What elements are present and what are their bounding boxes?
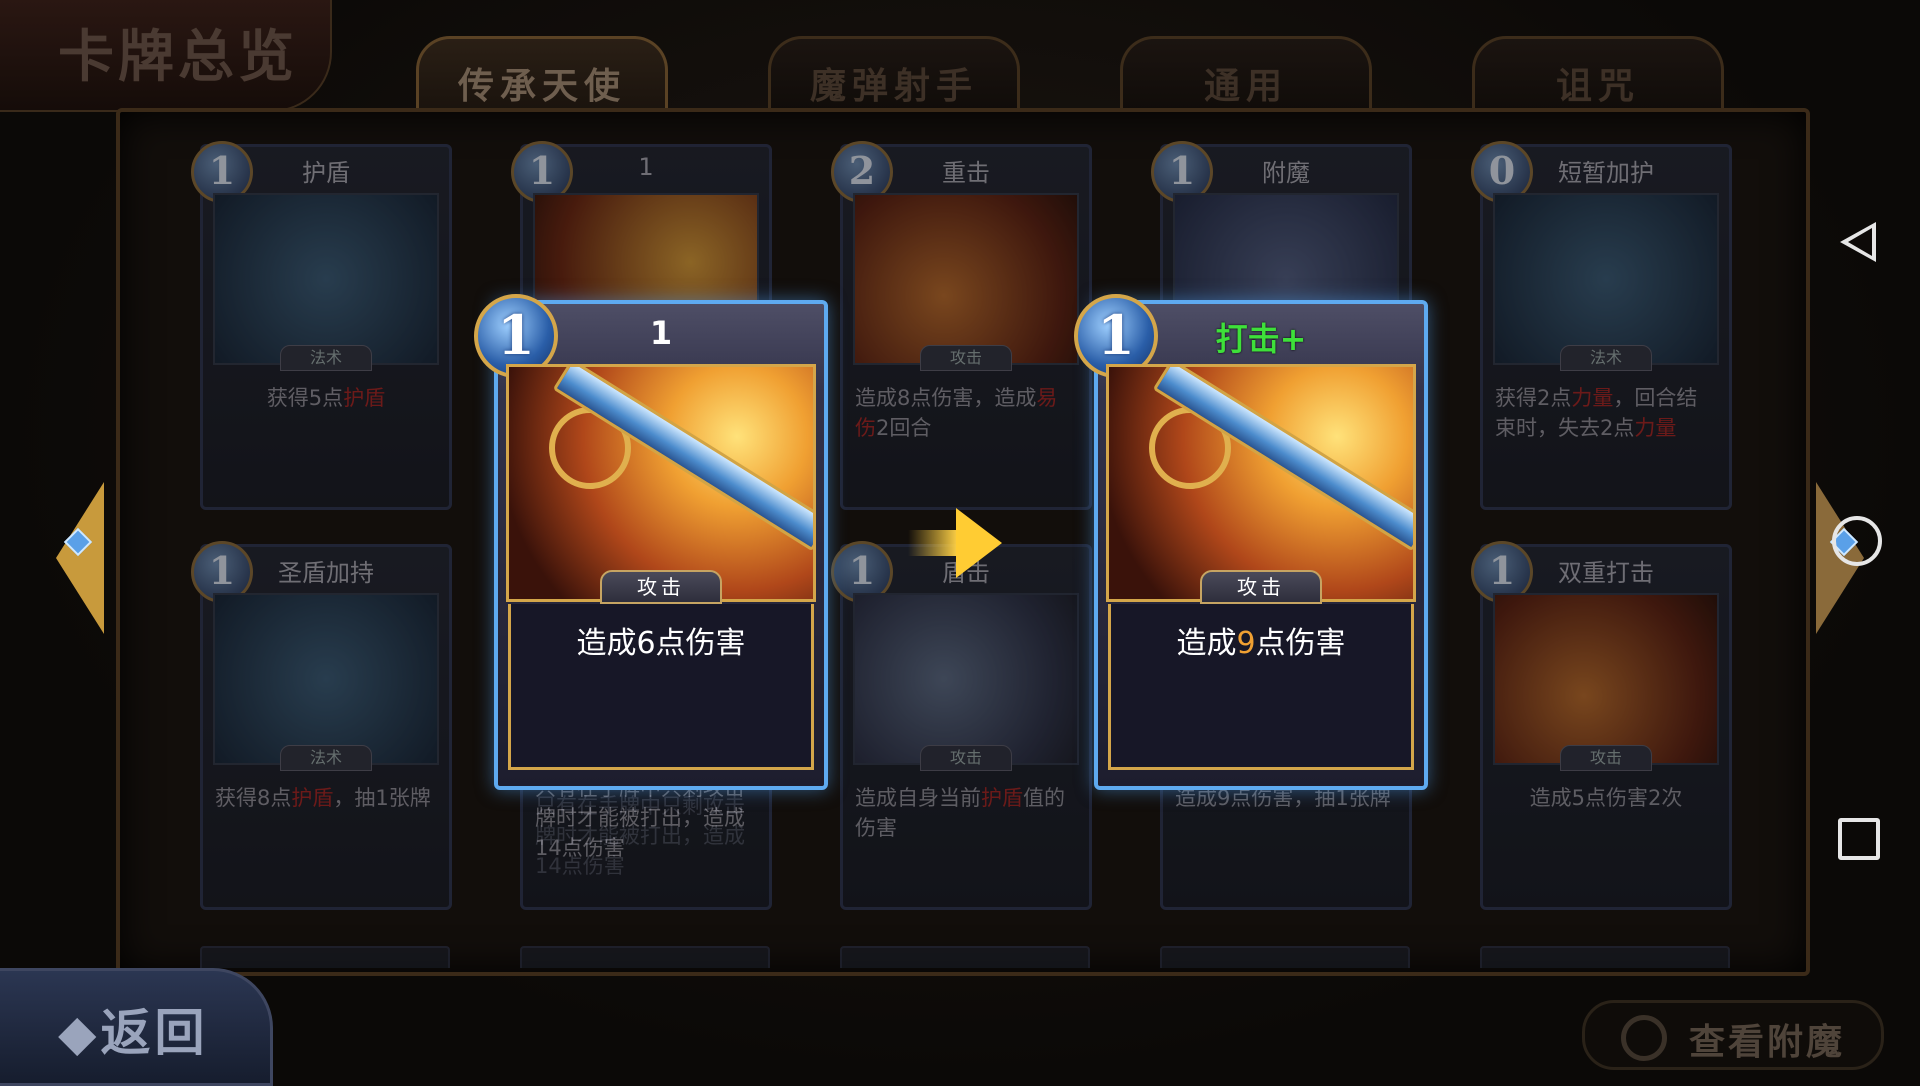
back-nav-icon[interactable] <box>1840 222 1876 262</box>
back-button[interactable]: ◆返回 <box>0 968 273 1086</box>
card-name: 双重打击 <box>1558 559 1654 587</box>
card-art <box>853 193 1079 365</box>
tab-label: 传承天使 <box>457 65 626 107</box>
card-type: 攻击 <box>920 745 1012 771</box>
view-enchant-button[interactable]: 查看附魔 <box>1582 1000 1884 1070</box>
toggle-ring-icon <box>1621 1015 1667 1061</box>
card-type: 攻击 <box>1200 570 1322 604</box>
card-type: 法术 <box>1560 345 1652 371</box>
card-art <box>1493 593 1719 765</box>
view-enchant-label: 查看附魔 <box>1689 1022 1846 1063</box>
tab-label: 诅咒 <box>1555 65 1640 107</box>
card-name: 1 <box>638 153 654 181</box>
card-row3-4[interactable] <box>1160 946 1410 968</box>
card-name: 1 <box>649 314 673 352</box>
card-desc: 获得2点力量，回合结束时，失去2点力量 <box>1495 386 1698 440</box>
recent-apps-icon[interactable] <box>1838 818 1880 860</box>
page-title-banner: 卡牌总览 <box>0 0 332 112</box>
card-row3-1[interactable] <box>200 946 450 968</box>
card-shield[interactable]: 1 护盾 法术 获得5点护盾 <box>191 141 452 510</box>
tab-label: 魔弹射手 <box>809 65 978 107</box>
upgrade-card-after: 1 打击+ 攻击 造成9点伤害 <box>1074 294 1428 790</box>
card-row3-5[interactable] <box>1480 946 1730 968</box>
card-type: 法术 <box>280 345 372 371</box>
card-type: 法术 <box>280 745 372 771</box>
card-art <box>853 593 1079 765</box>
card-desc: 造成自身当前护盾值的伤害 <box>855 786 1065 840</box>
card-desc: 造成5点伤害2次 <box>1529 786 1683 810</box>
card-double-strike[interactable]: 1 双重打击 攻击 造成5点伤害2次 <box>1471 541 1732 910</box>
card-name: 附魔 <box>1262 159 1310 187</box>
tab-inheritance-angel[interactable]: 传承天使 <box>416 36 668 111</box>
card-row3-3[interactable] <box>840 946 1090 968</box>
home-nav-icon[interactable] <box>1832 516 1882 566</box>
card-row3-2[interactable] <box>520 946 770 968</box>
tab-general[interactable]: 通用 <box>1120 36 1372 111</box>
card-desc: 造成9点伤害 <box>1108 604 1414 770</box>
card-type: 攻击 <box>600 570 722 604</box>
card-desc: 造成6点伤害 <box>508 604 814 770</box>
card-art <box>213 193 439 365</box>
card-desc: 获得5点护盾 <box>266 386 386 410</box>
card-desc: 获得8点护盾，抽1张牌 <box>215 786 431 810</box>
card-brief-blessing[interactable]: 0 短暂加护 法术 获得2点力量，回合结束时，失去2点力量 <box>1471 141 1732 510</box>
card-art-sword <box>1106 364 1416 602</box>
card-desc: 造成8点伤害，造成易伤2回合 <box>855 386 1058 440</box>
card-name: 重击 <box>942 159 990 187</box>
card-name: 打击+ <box>1215 320 1307 358</box>
card-name: 护盾 <box>302 159 350 187</box>
card-art <box>1493 193 1719 365</box>
prev-page-arrow-icon[interactable] <box>56 482 104 634</box>
back-button-label: ◆返回 <box>58 1003 209 1062</box>
card-holy-shield[interactable]: 1 圣盾加持 法术 获得8点护盾，抽1张牌 <box>191 541 452 910</box>
tab-curse[interactable]: 诅咒 <box>1472 36 1724 111</box>
tab-label: 通用 <box>1203 65 1288 107</box>
card-art <box>213 593 439 765</box>
tab-magic-gunner[interactable]: 魔弹射手 <box>768 36 1020 111</box>
page-title: 卡牌总览 <box>58 24 298 90</box>
card-art-sword <box>506 364 816 602</box>
card-type: 攻击 <box>1560 745 1652 771</box>
card-name: 圣盾加持 <box>278 559 374 587</box>
card-heavy-strike[interactable]: 2 重击 攻击 造成8点伤害，造成易伤2回合 <box>831 141 1092 510</box>
card-shield-bash[interactable]: 1 盾击 攻击 造成自身当前护盾值的伤害 <box>831 541 1092 910</box>
card-type: 攻击 <box>920 345 1012 371</box>
card-name: 短暂加护 <box>1558 159 1654 187</box>
upgrade-card-before: 1 1 攻击 造成6点伤害 <box>474 294 828 790</box>
